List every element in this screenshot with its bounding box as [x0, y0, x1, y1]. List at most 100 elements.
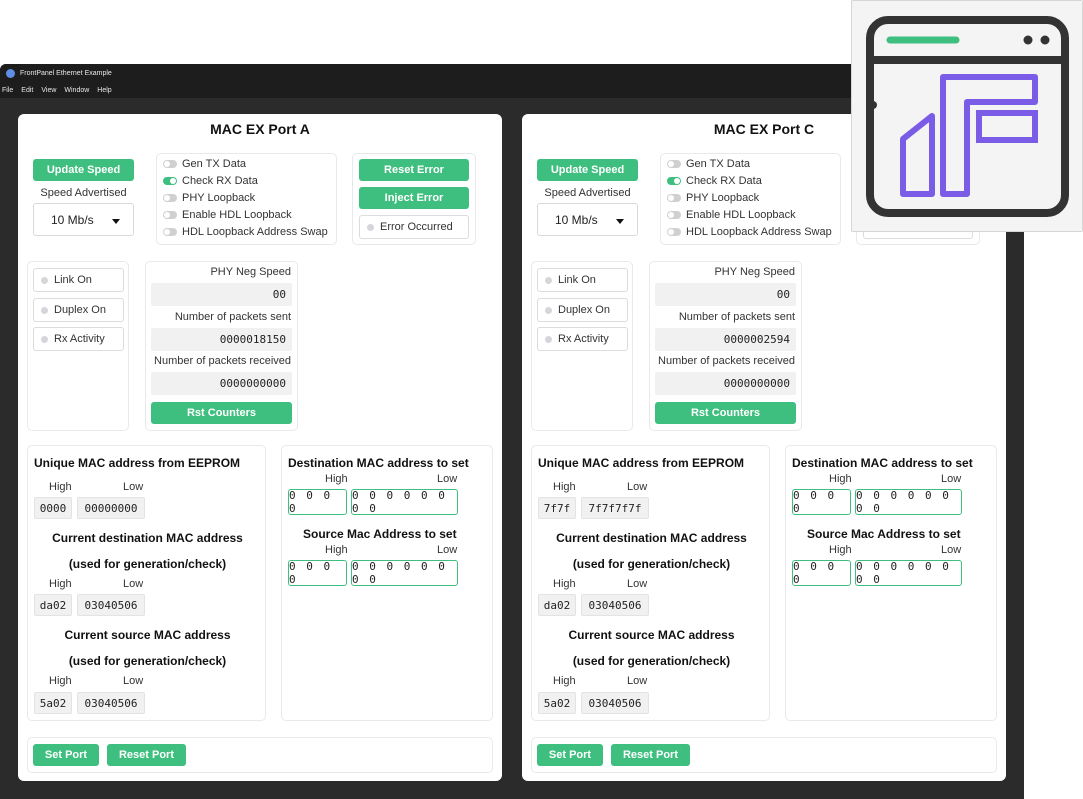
cur-dest-high-value: da02 — [34, 594, 72, 616]
toggle-hdl-swap[interactable]: HDL Loopback Address Swap — [667, 226, 832, 238]
control-toggles-card: Gen TX Data Check RX Data PHY Loopback E… — [156, 153, 337, 245]
toggle-phy-loopback[interactable]: PHY Loopback — [163, 192, 255, 204]
set-src-low-input[interactable]: 0 0 0 0 0 0 0 0 — [855, 560, 962, 586]
high-label: High — [553, 675, 576, 687]
current-src-heading: Current source MAC address — [64, 628, 231, 642]
cur-src-high-value: 5a02 — [538, 692, 576, 714]
eeprom-low-value: 7f7f7f7f — [581, 497, 649, 519]
set-port-button[interactable]: Set Port — [33, 744, 99, 766]
toggle-hdl-loopback[interactable]: Enable HDL Loopback — [163, 209, 292, 221]
dest-to-set-heading: Destination MAC address to set — [792, 456, 973, 470]
reset-error-button[interactable]: Reset Error — [359, 159, 469, 181]
used-for-note: (used for generation/check) — [68, 557, 227, 571]
low-label: Low — [941, 544, 962, 556]
packets-received-value: 0000000000 — [151, 372, 292, 395]
window-title: FrontPanel Ethernet Example — [20, 70, 112, 77]
cur-src-low-value: 03040506 — [77, 692, 145, 714]
inject-error-button[interactable]: Inject Error — [359, 187, 469, 209]
cur-dest-low-value: 03040506 — [581, 594, 649, 616]
toggle-phy-loopback[interactable]: PHY Loopback — [667, 192, 759, 204]
duplex-on-indicator: Duplex On — [537, 298, 628, 322]
rst-counters-button[interactable]: Rst Counters — [655, 402, 796, 424]
port-title: MAC EX Port A — [210, 121, 310, 137]
high-label: High — [829, 473, 852, 485]
eeprom-low-value: 00000000 — [77, 497, 145, 519]
toggle-icon — [667, 177, 681, 185]
set-port-button[interactable]: Set Port — [537, 744, 603, 766]
set-dest-high-input[interactable]: 0 0 0 0 — [288, 489, 347, 515]
toggle-check-rx[interactable]: Check RX Data — [163, 175, 258, 187]
mac-status-card: Unique MAC address from EEPROM High Low … — [27, 445, 266, 721]
set-dest-high-input[interactable]: 0 0 0 0 — [792, 489, 851, 515]
used-for-note: (used for generation/check) — [572, 654, 731, 668]
packets-received-label: Number of packets received — [658, 355, 795, 367]
update-speed-button[interactable]: Update Speed — [33, 159, 134, 181]
eeprom-high-value: 0000 — [34, 497, 72, 519]
toggle-gen-tx[interactable]: Gen TX Data — [163, 158, 246, 170]
menu-edit[interactable]: Edit — [21, 87, 33, 94]
set-dest-low-input[interactable]: 0 0 0 0 0 0 0 0 — [351, 489, 458, 515]
src-to-set-heading: Source Mac Address to set — [807, 527, 961, 541]
eeprom-high-value: 7f7f — [538, 497, 576, 519]
frontpanel-logo-icon — [866, 16, 1069, 217]
toggle-hdl-swap[interactable]: HDL Loopback Address Swap — [163, 226, 328, 238]
reset-port-button[interactable]: Reset Port — [107, 744, 186, 766]
menu-file[interactable]: File — [2, 87, 13, 94]
port-a-panel: MAC EX Port A Update Speed Speed Adverti… — [18, 114, 502, 781]
packets-sent-value: 0000002594 — [655, 328, 796, 351]
set-dest-low-input[interactable]: 0 0 0 0 0 0 0 0 — [855, 489, 962, 515]
used-for-note: (used for generation/check) — [68, 654, 227, 668]
unique-mac-heading: Unique MAC address from EEPROM — [34, 456, 241, 470]
high-label: High — [49, 675, 72, 687]
used-for-note: (used for generation/check) — [572, 557, 731, 571]
low-label: Low — [627, 481, 648, 493]
led-icon — [367, 223, 374, 231]
error-card: Reset Error Inject Error Error Occurred — [352, 153, 476, 245]
menu-view[interactable]: View — [41, 87, 56, 94]
set-src-high-input[interactable]: 0 0 0 0 — [792, 560, 851, 586]
low-label: Low — [123, 481, 144, 493]
toggle-check-rx[interactable]: Check RX Data — [667, 175, 762, 187]
packets-sent-label: Number of packets sent — [678, 311, 795, 323]
set-src-high-input[interactable]: 0 0 0 0 — [288, 560, 347, 586]
toggle-icon — [667, 160, 681, 168]
toggle-hdl-loopback[interactable]: Enable HDL Loopback — [667, 209, 796, 221]
counters-card: PHY Neg Speed 00 Number of packets sent … — [649, 261, 802, 431]
error-occurred-indicator: Error Occurred — [359, 215, 469, 239]
caret-down-icon — [616, 219, 624, 224]
mac-status-card: Unique MAC address from EEPROM High Low … — [531, 445, 770, 721]
packets-received-value: 0000000000 — [655, 372, 796, 395]
phy-neg-speed-value: 00 — [151, 283, 292, 306]
cur-src-low-value: 03040506 — [581, 692, 649, 714]
rst-counters-button[interactable]: Rst Counters — [151, 402, 292, 424]
frontpanel-logo — [851, 0, 1083, 232]
packets-sent-value: 0000018150 — [151, 328, 292, 351]
mac-set-card: Destination MAC address to set High Low … — [281, 445, 493, 721]
high-label: High — [325, 473, 348, 485]
toggle-icon — [163, 160, 177, 168]
menu-window[interactable]: Window — [64, 87, 89, 94]
reset-port-button[interactable]: Reset Port — [611, 744, 690, 766]
speed-dropdown[interactable]: 10 Mb/s — [537, 203, 638, 236]
link-on-indicator: Link On — [33, 268, 124, 292]
toggle-icon — [163, 177, 177, 185]
caret-down-icon — [112, 219, 120, 224]
toggle-icon — [163, 211, 177, 219]
dest-to-set-heading: Destination MAC address to set — [288, 456, 469, 470]
speed-value: 10 Mb/s — [555, 212, 598, 227]
phy-neg-speed-label: PHY Neg Speed — [714, 266, 795, 278]
menu-help[interactable]: Help — [97, 87, 111, 94]
status-card: Link On Duplex On Rx Activity — [27, 261, 129, 431]
low-label: Low — [123, 675, 144, 687]
low-label: Low — [437, 473, 458, 485]
port-actions-card: Set Port Reset Port — [27, 737, 493, 773]
counters-card: PHY Neg Speed 00 Number of packets sent … — [145, 261, 298, 431]
toggle-icon — [667, 228, 681, 236]
update-speed-button[interactable]: Update Speed — [537, 159, 638, 181]
phy-neg-speed-label: PHY Neg Speed — [210, 266, 291, 278]
set-src-low-input[interactable]: 0 0 0 0 0 0 0 0 — [351, 560, 458, 586]
speed-dropdown[interactable]: 10 Mb/s — [33, 203, 134, 236]
led-icon — [41, 335, 48, 343]
led-icon — [41, 276, 48, 284]
toggle-gen-tx[interactable]: Gen TX Data — [667, 158, 750, 170]
